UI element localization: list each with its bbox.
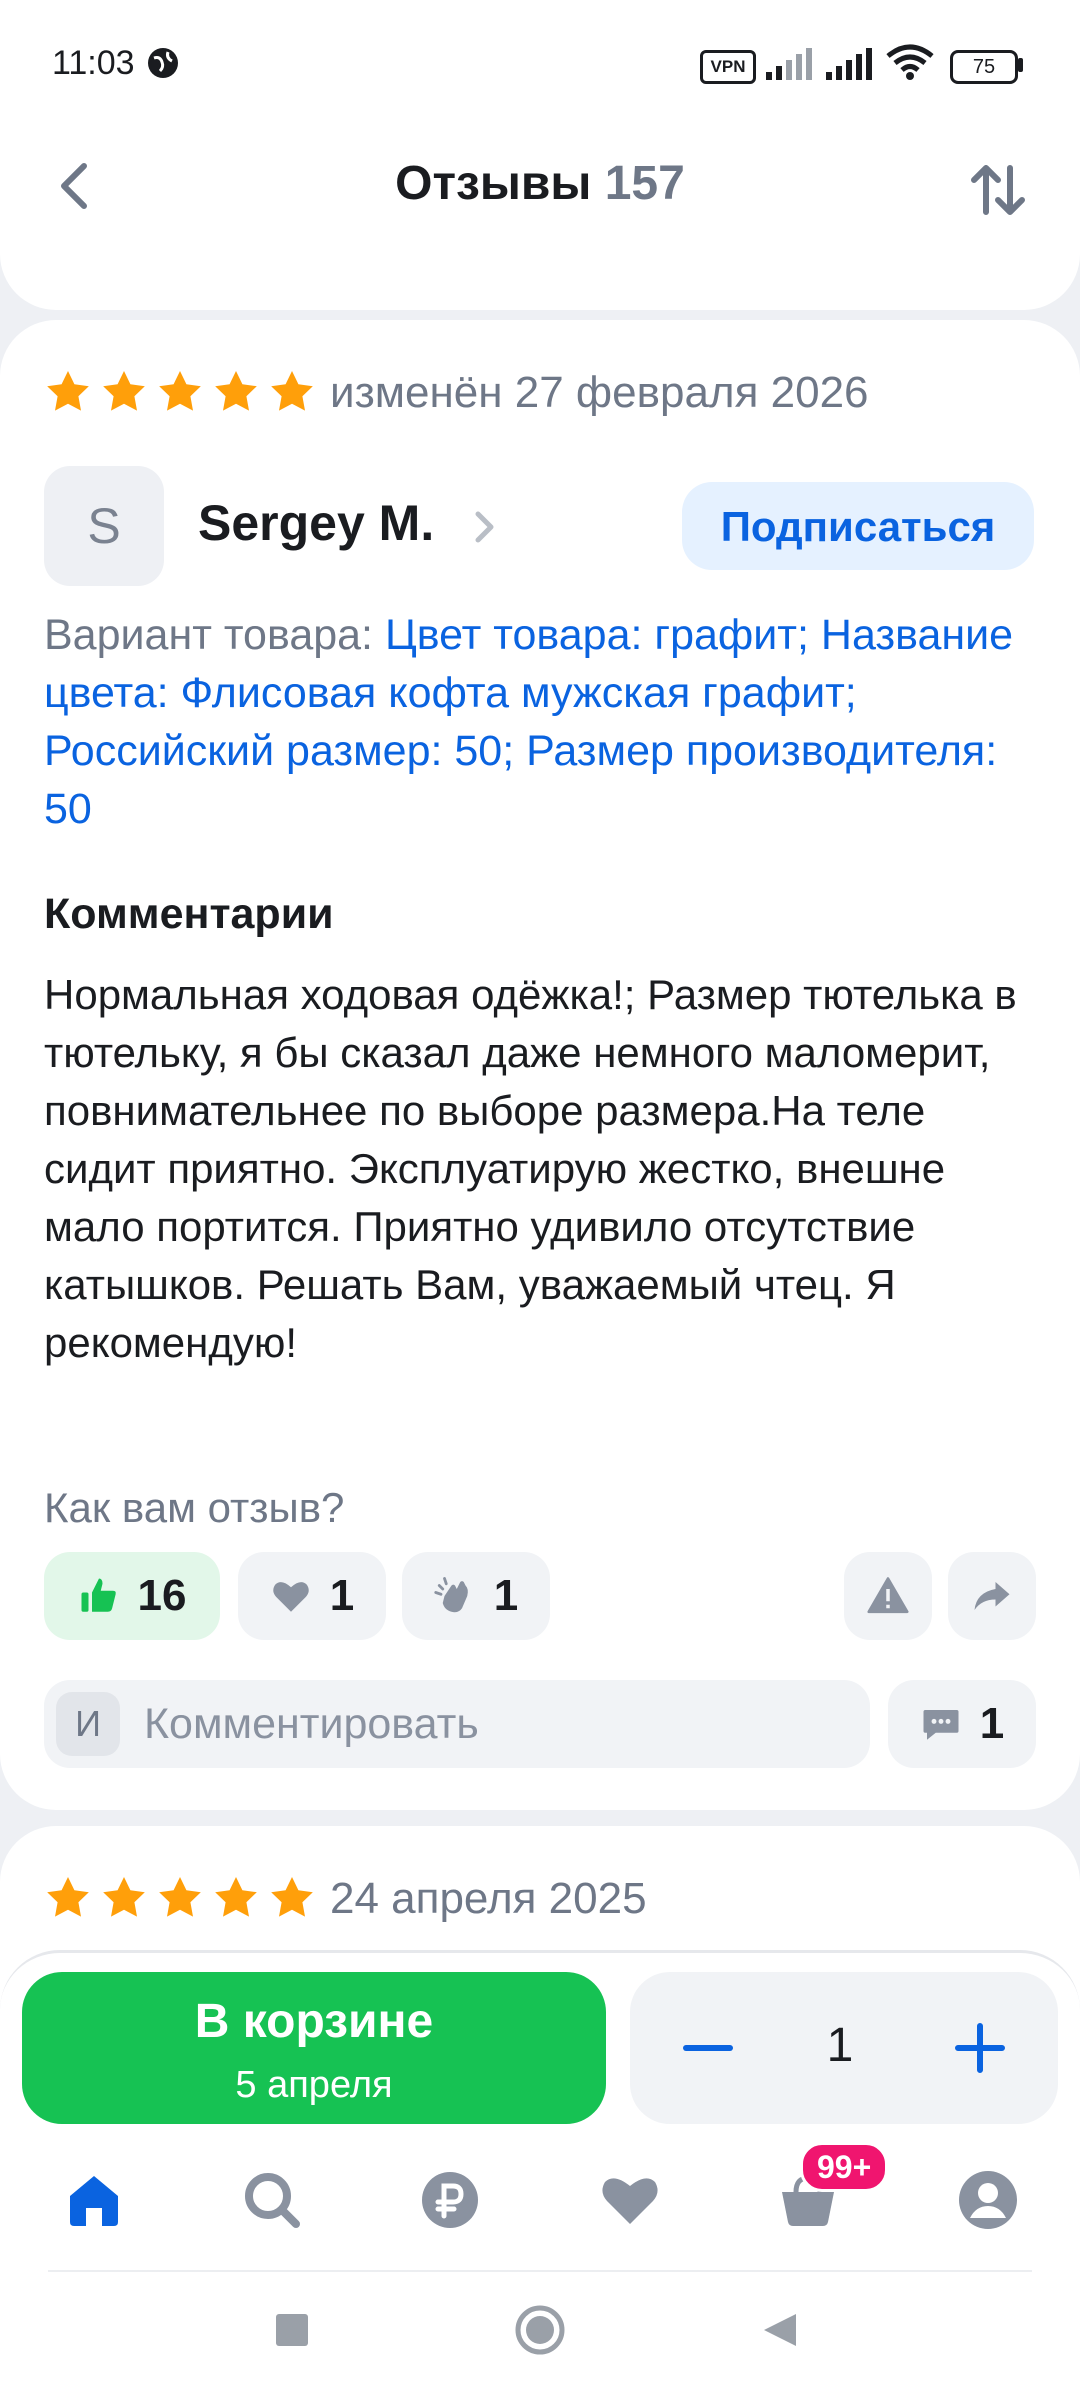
profile-icon[interactable] <box>956 2168 1020 2232</box>
variant-label: Вариант товара: <box>44 611 374 659</box>
next-review-rating <box>44 1874 316 1922</box>
minus-icon[interactable] <box>680 2020 736 2076</box>
review-rating <box>44 368 316 416</box>
star-icon <box>271 1877 313 1917</box>
report-button[interactable] <box>844 1552 932 1640</box>
star-icon <box>47 371 89 411</box>
recents-icon[interactable] <box>274 2312 310 2348</box>
next-review-date: 24 апреля 2025 <box>330 1874 647 1923</box>
claps-count: 1 <box>493 1571 519 1620</box>
signal-icon <box>766 48 812 80</box>
back-triangle-icon[interactable] <box>760 2310 800 2350</box>
delivery-date: 5 апреля <box>235 2064 393 2106</box>
plus-icon[interactable] <box>952 2020 1008 2076</box>
in-cart-title: В корзине <box>194 1995 434 2048</box>
star-icon <box>103 1877 145 1917</box>
star-icon <box>215 1877 257 1917</box>
sort-icon[interactable] <box>968 160 1028 220</box>
battery-tip <box>1018 58 1023 72</box>
home-icon[interactable] <box>62 2168 126 2232</box>
bottom-navigation <box>0 2124 1080 2274</box>
wifi-icon <box>886 44 934 80</box>
review-date: изменён 27 февраля 2026 <box>330 368 869 417</box>
chevron-right-icon[interactable] <box>474 510 496 544</box>
back-chevron-left-icon[interactable] <box>48 158 104 214</box>
share-button[interactable] <box>948 1552 1036 1640</box>
page-title-text: Отзывы <box>395 157 592 210</box>
warning-icon <box>867 1577 909 1614</box>
heart-reaction-button[interactable]: 1 <box>238 1552 386 1640</box>
star-icon <box>103 371 145 411</box>
hearts-count: 1 <box>329 1571 355 1620</box>
star-icon <box>271 371 313 411</box>
page-title: Отзывы 157 <box>200 156 880 211</box>
share-icon <box>974 1582 1010 1610</box>
comments-heading: Комментарии <box>44 890 334 938</box>
star-icon <box>47 1877 89 1917</box>
vpn-icon: VPN <box>700 50 756 84</box>
clap-reaction-button[interactable]: 1 <box>402 1552 550 1640</box>
reviews-count: 157 <box>604 157 685 210</box>
ruble-icon[interactable] <box>418 2168 482 2232</box>
search-icon[interactable] <box>240 2168 304 2232</box>
likes-count: 16 <box>137 1571 187 1620</box>
chat-bubble-icon <box>923 1710 959 1740</box>
feedback-question: Как вам отзыв? <box>44 1484 345 1531</box>
commenter-avatar: И <box>56 1692 120 1756</box>
comments-button[interactable]: 1 <box>888 1680 1036 1768</box>
home-circle-icon[interactable] <box>514 2304 566 2356</box>
star-icon <box>159 371 201 411</box>
comments-count: 1 <box>979 1699 1005 1748</box>
signal-icon <box>826 48 872 80</box>
like-button[interactable]: 16 <box>44 1552 220 1640</box>
quantity-value: 1 <box>826 2019 854 2072</box>
author-name[interactable]: Sergey M. <box>198 494 434 552</box>
comment-placeholder[interactable]: Комментировать <box>144 1700 479 1749</box>
star-icon <box>215 371 257 411</box>
product-variant: Вариант товара: Цвет товара: графит; Наз… <box>44 606 1044 838</box>
status-time: 11:03 <box>52 44 135 82</box>
star-icon <box>159 1877 201 1917</box>
heart-icon <box>273 1582 309 1612</box>
globe-icon <box>148 48 178 78</box>
subscribe-button[interactable]: Подписаться <box>682 482 1034 570</box>
cart-badge: 99+ <box>800 2142 889 2192</box>
review-text: Нормальная ходовая одёжка!; Размер тютел… <box>44 971 1017 1366</box>
divider <box>48 2270 1032 2272</box>
clap-icon <box>434 1577 468 1613</box>
author-avatar[interactable]: S <box>44 466 164 586</box>
battery-icon: 75 <box>950 50 1018 84</box>
thumbs-up-icon <box>81 1578 116 1612</box>
heart-icon[interactable] <box>598 2168 662 2232</box>
in-cart-button[interactable]: В корзине 5 апреля <box>22 1972 606 2124</box>
